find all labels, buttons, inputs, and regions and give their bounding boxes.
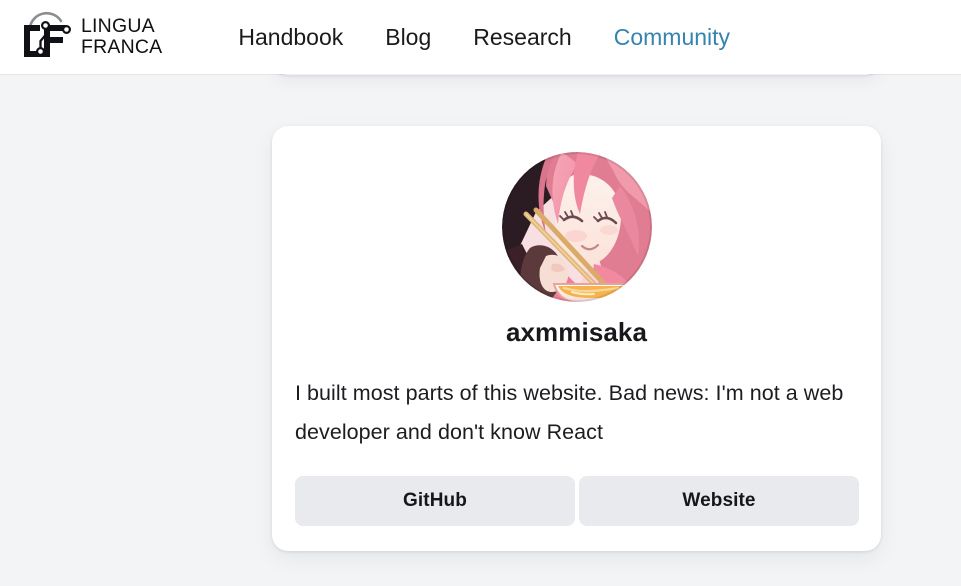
website-link-button[interactable]: Website	[579, 476, 859, 526]
main-navigation: Handbook Blog Research Community	[217, 20, 751, 54]
community-profile-card: axmmisaka I built most parts of this web…	[272, 126, 881, 551]
brand-line-2: FRANCA	[81, 36, 163, 58]
avatar	[501, 152, 652, 302]
nav-item-blog[interactable]: Blog	[364, 20, 452, 54]
brand-wordmark: LINGUA FRANCA	[81, 16, 162, 58]
site-header: LINGUA FRANCA Handbook Blog Research Comm…	[0, 0, 961, 74]
profile-display-name: axmmisaka	[505, 317, 648, 347]
profile-link-row: GitHub Website	[295, 476, 859, 526]
github-link-button[interactable]: GitHub	[295, 476, 575, 526]
brand-line-1: LINGUA	[81, 15, 155, 37]
avatar-image	[501, 152, 652, 302]
nav-item-handbook[interactable]: Handbook	[217, 20, 364, 54]
nav-item-research[interactable]: Research	[452, 20, 592, 54]
nav-item-community[interactable]: Community	[593, 20, 751, 54]
page-scroll-container[interactable]: LINGUA FRANCA Handbook Blog Research Comm…	[0, 0, 961, 586]
brand-home-link[interactable]: LINGUA FRANCA	[16, 11, 162, 63]
profile-bio: I built most parts of this website. Bad …	[295, 381, 844, 444]
lingua-franca-lf-monogram-icon	[16, 11, 72, 63]
